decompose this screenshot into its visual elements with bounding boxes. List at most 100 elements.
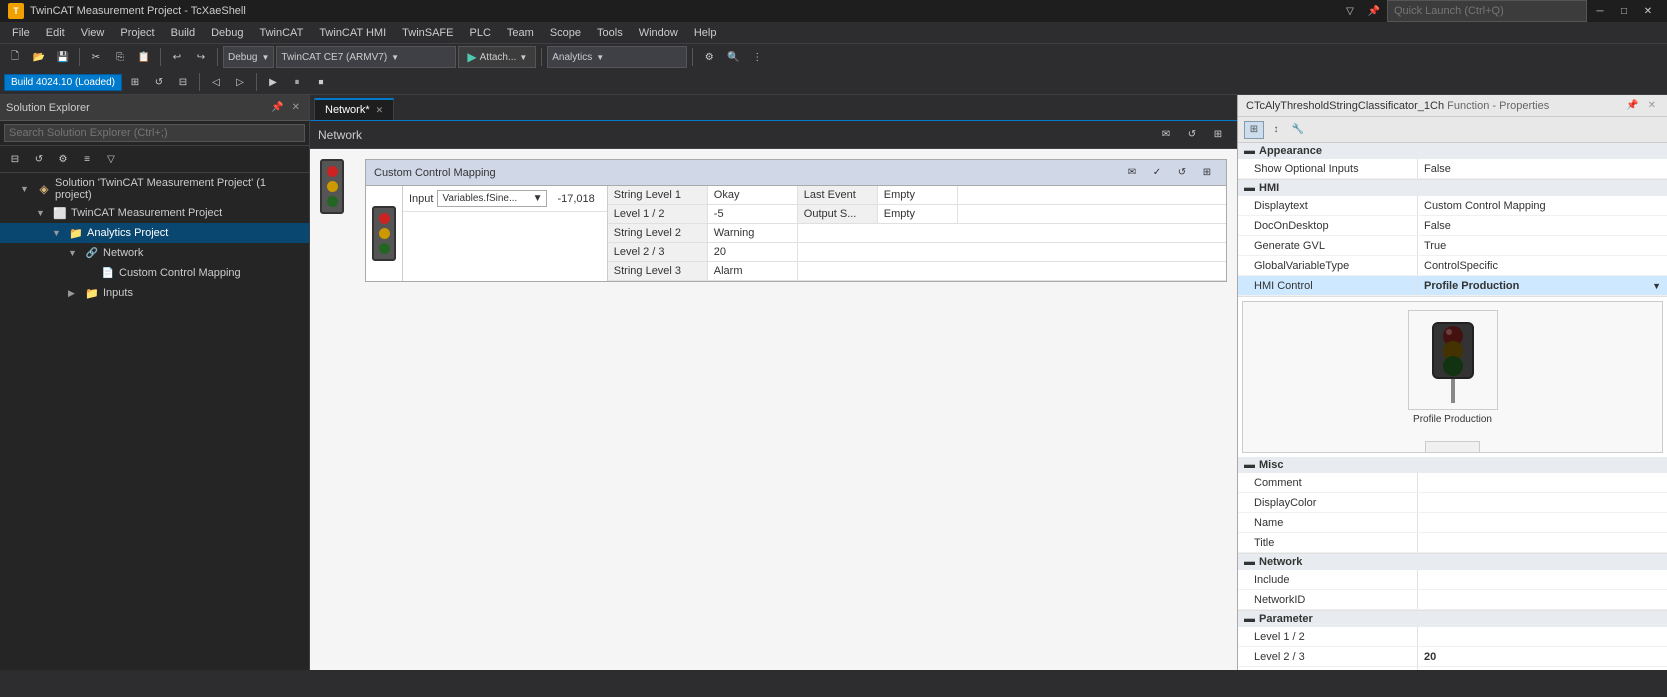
menu-view[interactable]: View <box>73 25 113 41</box>
ccm-check[interactable]: ✓ <box>1146 162 1168 184</box>
menu-plc[interactable]: PLC <box>462 25 499 41</box>
network-expand[interactable]: ⊞ <box>1207 124 1229 146</box>
props-row-hmi-control[interactable]: HMI Control Profile Production ▼ <box>1238 276 1667 296</box>
pin-icon[interactable]: 📌 <box>1363 0 1385 22</box>
props-section-parameter-header[interactable]: ▬ Parameter <box>1238 611 1667 627</box>
toolbar-paste[interactable]: 📋 <box>133 46 155 68</box>
menu-twincat-hmi[interactable]: TwinCAT HMI <box>311 25 394 41</box>
se-collapse-all[interactable]: ⊟ <box>4 148 26 170</box>
tree-item-analytics[interactable]: ▼ 📁 Analytics Project <box>0 223 309 243</box>
tree-item-solution[interactable]: ▼ ◈ Solution 'TwinCAT Measurement Projec… <box>0 175 309 203</box>
close-button[interactable]: ✕ <box>1637 0 1659 22</box>
menu-help[interactable]: Help <box>686 25 725 41</box>
solution-explorer-close[interactable]: ✕ <box>289 101 303 114</box>
toolbar-settings[interactable]: ⚙ <box>698 46 720 68</box>
props-row-display-color: DisplayColor <box>1238 493 1667 513</box>
hmi-control-dropdown-arrow[interactable]: ▼ <box>1652 281 1661 291</box>
toolbar-undo[interactable]: ↩ <box>166 46 188 68</box>
ccm-level-1-2-label: Level 1 / 2 <box>608 205 708 223</box>
toolbar-row2-pause[interactable]: ⏸ <box>286 71 308 93</box>
menu-build[interactable]: Build <box>163 25 203 41</box>
menu-tools[interactable]: Tools <box>589 25 631 41</box>
toolbar-row2-btn3[interactable]: ⊟ <box>172 71 194 93</box>
toolbar-search2[interactable]: 🔍 <box>722 46 744 68</box>
toolbar-row2-stop[interactable]: ⏹ <box>310 71 332 93</box>
props-value-title <box>1418 533 1667 552</box>
props-section-appearance-header[interactable]: ▬ Appearance <box>1238 143 1667 159</box>
tree-item-project[interactable]: ▼ ⬜ TwinCAT Measurement Project <box>0 203 309 223</box>
ccm-panel: Custom Control Mapping ✉ ✓ ↺ ⊞ <box>365 159 1227 282</box>
props-value-hmi-control: Profile Production ▼ <box>1418 276 1667 295</box>
attach-button[interactable]: ▶ Attach... ▼ <box>458 46 536 68</box>
tree-item-ccm[interactable]: ▶ 📄 Custom Control Mapping <box>0 263 309 283</box>
minimize-button[interactable]: ─ <box>1589 0 1611 22</box>
quick-launch-input[interactable] <box>1387 0 1587 22</box>
ccm-level-2-3-label: Level 2 / 3 <box>608 243 708 261</box>
props-name-name: Name <box>1238 513 1418 532</box>
props-grid-btn[interactable]: ⊞ <box>1244 121 1264 139</box>
network-refresh[interactable]: ↺ <box>1181 124 1203 146</box>
network-email[interactable]: ✉ <box>1155 124 1177 146</box>
toolbar-copy[interactable]: ⎘ <box>109 46 131 68</box>
toolbar-row2-back[interactable]: ◁ <box>205 71 227 93</box>
toolbar-cut[interactable]: ✂ <box>85 46 107 68</box>
solution-explorer-tree: ▼ ◈ Solution 'TwinCAT Measurement Projec… <box>0 173 309 670</box>
props-preview-container: Profile Production Traffic Light <box>1242 301 1663 453</box>
menu-twinsafe[interactable]: TwinSAFE <box>394 25 461 41</box>
toolbar-row2-btn1[interactable]: ⊞ <box>124 71 146 93</box>
toolbar-more[interactable]: ⋮ <box>746 46 768 68</box>
target-dropdown[interactable]: TwinCAT CE7 (ARMV7) ▼ <box>276 46 456 68</box>
ccm-refresh[interactable]: ↺ <box>1171 162 1193 184</box>
menu-twincat[interactable]: TwinCAT <box>252 25 312 41</box>
props-wrench-btn[interactable]: 🔧 <box>1288 121 1308 139</box>
build-config-dropdown[interactable]: Debug ▼ <box>223 46 274 68</box>
analytics-dropdown[interactable]: Analytics ▼ <box>547 46 687 68</box>
menu-file[interactable]: File <box>4 25 38 41</box>
menu-scope[interactable]: Scope <box>542 25 589 41</box>
ccm-email[interactable]: ✉ <box>1121 162 1143 184</box>
ccm-tl-green <box>379 243 390 254</box>
solution-explorer-pin[interactable]: 📌 <box>268 101 286 114</box>
properties-pin[interactable]: 📌 <box>1623 99 1641 112</box>
toolbar-save[interactable]: 💾 <box>52 46 74 68</box>
menu-window[interactable]: Window <box>631 25 686 41</box>
se-properties[interactable]: ≡ <box>76 148 98 170</box>
solution-explorer-search[interactable] <box>4 124 305 142</box>
tab-network[interactable]: Network* ✕ <box>314 98 394 120</box>
props-section-misc-header[interactable]: ▬ Misc <box>1238 457 1667 473</box>
tab-close-network[interactable]: ✕ <box>376 105 384 116</box>
toolbar-new[interactable]: 🗋 <box>4 46 26 68</box>
se-settings[interactable]: ⚙ <box>52 148 74 170</box>
network-canvas[interactable]: Custom Control Mapping ✉ ✓ ↺ ⊞ <box>310 149 1237 670</box>
ccm-input-dropdown[interactable]: Variables.fSine... ▼ <box>437 190 547 207</box>
menu-edit[interactable]: Edit <box>38 25 73 41</box>
menu-debug[interactable]: Debug <box>203 25 251 41</box>
app-title: TwinCAT Measurement Project - TcXaeShell <box>30 5 246 17</box>
ccm-expand[interactable]: ⊞ <box>1196 162 1218 184</box>
toolbar-sep-7 <box>256 73 257 91</box>
se-refresh[interactable]: ↺ <box>28 148 50 170</box>
tree-item-network[interactable]: ▼ 🔗 Network <box>0 243 309 263</box>
menu-project[interactable]: Project <box>112 25 162 41</box>
inputs-icon: 📁 <box>84 285 100 301</box>
tree-item-inputs[interactable]: ▶ 📁 Inputs <box>0 283 309 303</box>
properties-close[interactable]: ✕ <box>1645 99 1659 112</box>
maximize-button[interactable]: □ <box>1613 0 1635 22</box>
props-value-show-optional: False <box>1418 159 1667 178</box>
menu-team[interactable]: Team <box>499 25 542 41</box>
props-section-network-header[interactable]: ▬ Network <box>1238 554 1667 570</box>
toolbar-row2-fwd[interactable]: ▷ <box>229 71 251 93</box>
filter-icon[interactable]: ▽ <box>1339 0 1361 22</box>
toolbar-row2-play[interactable]: ▶ <box>262 71 284 93</box>
ccm-tl-icon <box>372 206 396 261</box>
preview-scroll-area[interactable]: Profile Production Traffic Light <box>1243 302 1662 452</box>
properties-toolbar: ⊞ ↕ 🔧 <box>1238 117 1667 143</box>
toolbar-row2-btn2[interactable]: ↺ <box>148 71 170 93</box>
toolbar-open[interactable]: 📂 <box>28 46 50 68</box>
ccm-grid-row-4: Level 2 / 3 20 <box>608 243 1226 262</box>
props-sort-btn[interactable]: ↕ <box>1266 121 1286 139</box>
se-filter[interactable]: ▽ <box>100 148 122 170</box>
props-section-hmi-header[interactable]: ▬ HMI <box>1238 180 1667 196</box>
ccm-string-level-2-label: String Level 2 <box>608 224 708 242</box>
toolbar-redo[interactable]: ↪ <box>190 46 212 68</box>
